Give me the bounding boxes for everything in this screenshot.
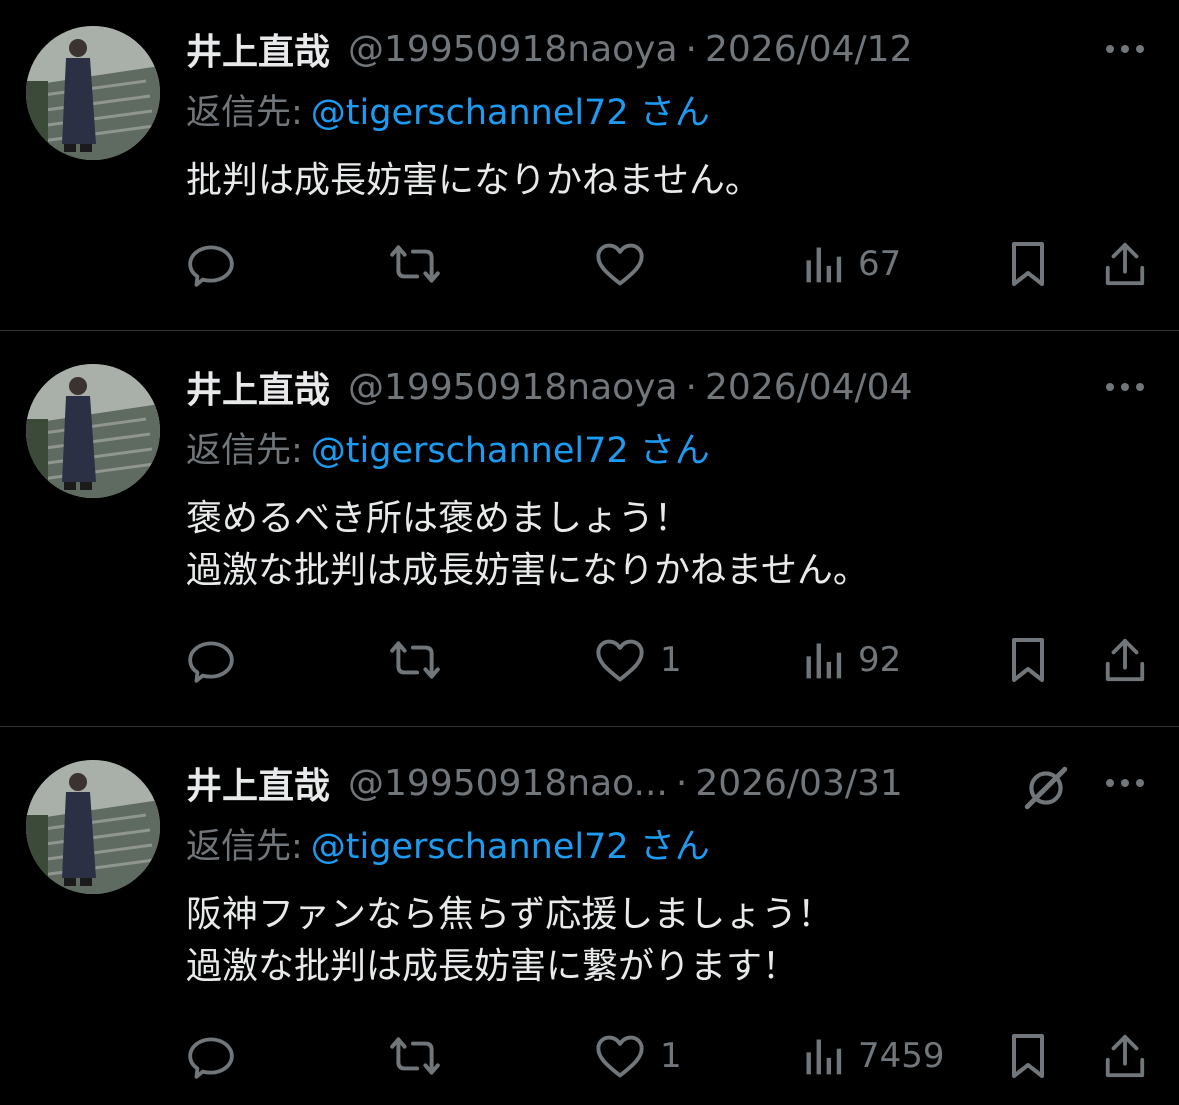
like-count: 1 — [660, 640, 682, 680]
grok-slash-icon[interactable] — [1016, 758, 1076, 818]
reply-label: 返信先: — [186, 93, 303, 133]
reply-target-link[interactable]: @tigerschannel72 さん — [311, 827, 710, 867]
tweet-header: 井上直哉 @19950918naoya · 2026/04/12 — [186, 22, 912, 76]
display-name[interactable]: 井上直哉 — [186, 23, 330, 75]
share-upload-icon — [1105, 242, 1145, 286]
reply-context: 返信先: @tigerschannel72 さん — [186, 818, 710, 869]
more-dots-icon[interactable] — [1100, 768, 1150, 798]
display-name[interactable]: 井上直哉 — [186, 361, 330, 413]
tweet-3[interactable]: 井上直哉 @19950918nao... · 2026/03/31 返信先: @t… — [0, 734, 1179, 1105]
repost-button[interactable] — [388, 234, 442, 294]
heart-icon — [596, 639, 644, 682]
reply-target-link[interactable]: @tigerschannel72 さん — [311, 431, 710, 471]
divider — [0, 330, 1179, 331]
user-handle[interactable]: @19950918nao... — [348, 763, 668, 804]
heart-icon — [596, 243, 644, 286]
action-bar: 1 92 — [0, 630, 1179, 690]
like-button[interactable]: 1 — [594, 630, 682, 690]
avatar[interactable] — [26, 26, 160, 160]
speech-bubble-icon — [188, 641, 234, 683]
tweet-text: 阪神ファンなら焦らず応援しましょう！ 過激な批判は成長妨害に繋がります！ — [186, 889, 833, 993]
tweet-2[interactable]: 井上直哉 @19950918naoya · 2026/04/04 返信先: @ti… — [0, 338, 1179, 726]
bookmark-icon — [1012, 638, 1044, 682]
separator-dot: · — [685, 366, 697, 408]
like-count: 1 — [660, 1036, 682, 1076]
repost-button[interactable] — [388, 630, 442, 690]
like-button[interactable]: 1 — [594, 1026, 682, 1086]
share-upload-icon — [1105, 1034, 1145, 1078]
separator-dot: · — [675, 762, 688, 804]
action-bar: 1 7459 — [0, 1026, 1179, 1086]
view-count: 92 — [858, 640, 902, 680]
bookmark-icon — [1012, 1034, 1044, 1078]
tweet-header: 井上直哉 @19950918naoya · 2026/04/04 — [186, 360, 912, 414]
repost-arrows-icon — [390, 1037, 440, 1075]
views-button[interactable]: 7459 — [802, 1026, 945, 1086]
share-upload-icon — [1105, 638, 1145, 682]
share-button[interactable] — [1102, 1026, 1148, 1086]
tweet-text-line: 阪神ファンなら焦らず応援しましょう！ — [186, 894, 834, 935]
repost-arrows-icon — [390, 641, 440, 679]
reply-target-link[interactable]: @tigerschannel72 さん — [311, 93, 710, 133]
reply-context: 返信先: @tigerschannel72 さん — [186, 84, 710, 135]
tweet-text-line: 批判は成長妨害になりかねません。 — [186, 160, 761, 201]
separator-dot: · — [685, 28, 697, 70]
bookmark-button[interactable] — [1006, 1026, 1050, 1086]
tweet-text-line: 過激な批判は成長妨害になりかねません。 — [186, 550, 869, 591]
bar-chart-icon — [806, 247, 842, 283]
divider — [0, 726, 1179, 727]
views-button[interactable]: 67 — [802, 234, 901, 294]
user-handle[interactable]: @19950918naoya — [348, 29, 678, 70]
heart-icon — [596, 1035, 644, 1078]
display-name[interactable]: 井上直哉 — [186, 757, 330, 809]
action-bar: 67 — [0, 234, 1179, 294]
tweet-1[interactable]: 井上直哉 @19950918naoya · 2026/04/12 返信先: @ti… — [0, 0, 1179, 330]
tweet-text-line: 褒めるべき所は褒めましょう！ — [186, 498, 691, 539]
bar-chart-icon — [806, 643, 842, 679]
like-button[interactable] — [594, 234, 660, 294]
timestamp[interactable]: 2026/03/31 — [695, 763, 903, 804]
bar-chart-icon — [806, 1039, 842, 1075]
bookmark-button[interactable] — [1006, 630, 1050, 690]
speech-bubble-icon — [188, 1037, 234, 1079]
views-button[interactable]: 92 — [802, 630, 901, 690]
reply-label: 返信先: — [186, 431, 303, 471]
avatar[interactable] — [26, 760, 160, 894]
share-button[interactable] — [1102, 630, 1148, 690]
tweet-text: 批判は成長妨害になりかねません。 — [186, 155, 761, 207]
tweet-text: 褒めるべき所は褒めましょう！ 過激な批判は成長妨害になりかねません。 — [186, 493, 869, 597]
reply-context: 返信先: @tigerschannel72 さん — [186, 422, 710, 473]
tweet-header: 井上直哉 @19950918nao... · 2026/03/31 — [186, 756, 903, 810]
share-button[interactable] — [1102, 234, 1148, 294]
avatar[interactable] — [26, 364, 160, 498]
reply-label: 返信先: — [186, 827, 303, 867]
speech-bubble-icon — [188, 245, 234, 287]
bookmark-icon — [1012, 242, 1044, 286]
tweet-feed: 井上直哉 @19950918naoya · 2026/04/12 返信先: @ti… — [0, 0, 1179, 1105]
view-count: 7459 — [858, 1036, 945, 1076]
repost-arrows-icon — [390, 245, 440, 283]
reply-button[interactable] — [186, 1026, 236, 1086]
tweet-text-line: 過激な批判は成長妨害に繋がります！ — [186, 946, 799, 987]
user-handle[interactable]: @19950918naoya — [348, 367, 678, 408]
more-dots-icon[interactable] — [1100, 34, 1150, 64]
timestamp[interactable]: 2026/04/12 — [705, 29, 913, 70]
more-dots-icon[interactable] — [1100, 372, 1150, 402]
timestamp[interactable]: 2026/04/04 — [705, 367, 913, 408]
reply-button[interactable] — [186, 630, 236, 690]
reply-button[interactable] — [186, 234, 236, 294]
bookmark-button[interactable] — [1006, 234, 1050, 294]
repost-button[interactable] — [388, 1026, 442, 1086]
view-count: 67 — [858, 244, 902, 284]
